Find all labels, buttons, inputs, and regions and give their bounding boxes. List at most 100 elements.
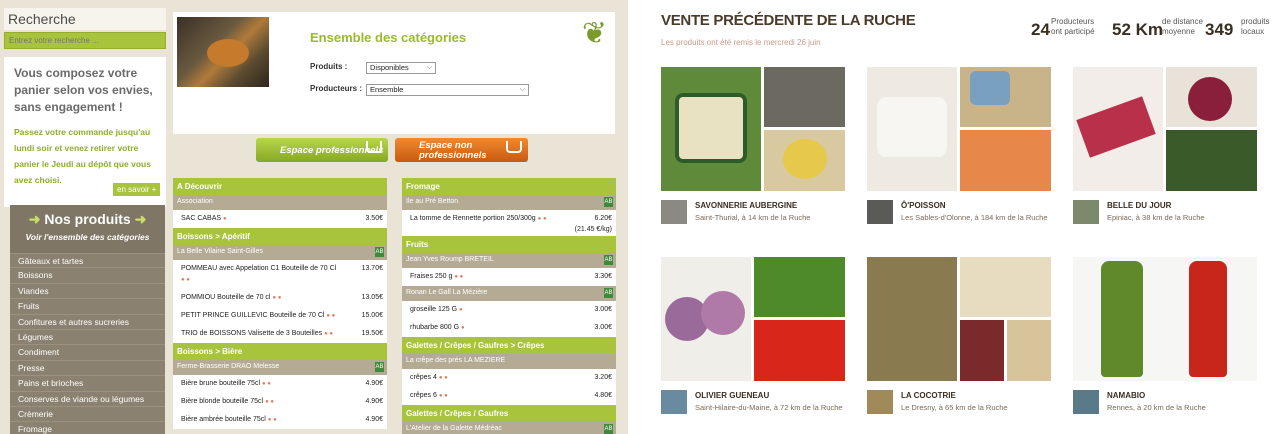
menu-item[interactable]: Crèmerie	[10, 407, 165, 423]
shop-page: Recherche Vous composez votre panier sel…	[0, 0, 628, 434]
producer-location: Les Sables-d'Olonne, à 184 km de la Ruch…	[901, 213, 1048, 222]
producer-card[interactable]: OLIVIER GUENEAU Saint-Hilaire-du-Maine, …	[661, 257, 845, 422]
organic-badge-icon: AB	[604, 255, 613, 265]
promo-text: Passez votre commande jusqu'au lundi soi…	[14, 127, 151, 185]
producer-location: Le Dresny, à 65 km de la Ruche	[901, 403, 1008, 412]
sale-date: Les produits ont été remis le mercredi 2…	[661, 38, 821, 47]
table-row[interactable]: SAC CABAS ● 3.50€	[173, 210, 387, 228]
category-header: Galettes / Crêpes / Gaufres	[402, 405, 616, 422]
organic-badge-icon: AB	[604, 197, 613, 207]
products-menu-list: Gâteaux et tartes Boissons Viandes Fruit…	[10, 253, 165, 434]
producer-location: Saint-Thurial, à 14 km de la Ruche	[695, 213, 811, 222]
producer-header: L'Atelier de la Galette Médréac AB	[402, 422, 616, 434]
beetroot-photo	[1073, 67, 1257, 191]
products-menu-title: Nos produits	[44, 211, 131, 227]
produits-select[interactable]: Disponibles ⌵	[366, 62, 436, 74]
page-title: VENTE PRÉCÉDENTE DE LA RUCHE	[661, 12, 916, 29]
basket-icon	[506, 141, 522, 153]
table-row[interactable]: crêpes 4 ● ● 3.20€	[402, 369, 616, 387]
info-dot-icon: ● ●	[261, 381, 271, 387]
producer-card[interactable]: BELLE DU JOUR Epiniac, à 38 km de la Ruc…	[1073, 67, 1257, 232]
producteurs-label: Producteurs :	[310, 84, 363, 93]
producer-header: Ile au Pré Betton AB	[402, 195, 616, 210]
producer-name[interactable]: SAVONNERIE AUBERGINE	[695, 201, 797, 210]
organic-badge-icon: AB	[375, 247, 384, 257]
table-row[interactable]: La tomme de Rennette portion 250/300g ● …	[402, 210, 616, 236]
category-header: A Découvrir	[173, 178, 387, 195]
table-row[interactable]: Bière blonde bouteille 75cl ● ● 4.90€	[173, 393, 387, 411]
producer-avatar	[1073, 390, 1099, 414]
producer-header: Ferme-Brasserie DRAO Melesse AB	[173, 360, 387, 375]
more-info-button[interactable]: en savoir +	[113, 183, 161, 196]
info-dot-icon: ● ●	[326, 313, 336, 319]
menu-item[interactable]: Conserves de viande ou légumes	[10, 392, 165, 407]
producer-name[interactable]: NAMABIO	[1107, 391, 1145, 400]
producer-name[interactable]: Ô'POISSON	[901, 201, 946, 210]
table-row[interactable]: POMMIOU Bouteille de 70 cl ● ● 13.05€	[173, 289, 387, 307]
table-row[interactable]: PETIT PRINCE GUILLEVIC Bouteille de 70 C…	[173, 307, 387, 325]
stat-products-value: 349	[1205, 20, 1234, 39]
menu-item[interactable]: Boissons	[10, 268, 165, 284]
table-row[interactable]: groseille 125 G ● 3.00€	[402, 301, 616, 319]
producer-card[interactable]: LA COCOTRIE Le Dresny, à 65 km de la Ruc…	[867, 257, 1051, 422]
table-row[interactable]: Bière brune bouteille 75cl ● ● 4.90€	[173, 375, 387, 393]
table-row[interactable]: POMMEAU avec Appelation C1 Bouteille de …	[173, 260, 387, 289]
stat-distance-label: de distance moyenne	[1162, 17, 1203, 36]
category-header: Galettes / Crêpes / Gaufres > Crêpes	[402, 337, 616, 354]
producer-header: La crêpe des prés LA MEZIERE	[402, 354, 616, 369]
menu-item[interactable]: Légumes	[10, 330, 165, 346]
stat-producers-label: Producteurs ont participé	[1051, 17, 1095, 36]
all-categories-link[interactable]: Voir l'ensemble des catégories	[10, 232, 165, 242]
product-table-right: Fromage Ile au Pré Betton AB La tomme de …	[402, 178, 616, 434]
organic-badge-icon: AB	[604, 288, 613, 298]
table-row[interactable]: crêpes 6 ● ● 4.80€	[402, 387, 616, 405]
info-dot-icon: ● ●	[181, 277, 190, 283]
producer-name[interactable]: BELLE DU JOUR	[1107, 201, 1171, 210]
table-row[interactable]: Fraises 250 g ● ● 3.30€	[402, 268, 616, 286]
category-header: Fromage	[402, 178, 616, 195]
menu-item[interactable]: Fromage	[10, 422, 165, 434]
search-title: Recherche	[4, 8, 166, 30]
search-input[interactable]	[4, 32, 166, 49]
produits-label: Produits :	[310, 62, 348, 71]
producer-location: Epiniac, à 38 km de la Ruche	[1107, 213, 1205, 222]
turnip-tomato-photo	[661, 257, 845, 381]
table-row[interactable]: TRIO de BOISSONS Valisette de 3 Bouteill…	[173, 325, 387, 343]
producer-card[interactable]: Ô'POISSON Les Sables-d'Olonne, à 184 km …	[867, 67, 1051, 232]
producer-avatar	[867, 390, 893, 414]
non-pro-space-button[interactable]: Espace non professionnels	[395, 138, 528, 162]
chevron-down-icon: ⌵	[426, 64, 432, 71]
sidebar: Recherche Vous composez votre panier sel…	[4, 8, 166, 207]
menu-item[interactable]: Gâteaux et tartes	[10, 253, 165, 269]
stat-producers-value: 24	[1031, 20, 1050, 39]
producer-avatar	[661, 390, 687, 414]
menu-item[interactable]: Presse	[10, 361, 165, 377]
producer-header: Ronan Le Gall La Mézière AB	[402, 286, 616, 301]
category-header: Boissons > Apéritif	[173, 228, 387, 245]
producer-name[interactable]: LA COCOTRIE	[901, 391, 956, 400]
products-menu-header: ➜ Nos produits ➜ Voir l'ensemble des cat…	[10, 205, 165, 253]
info-dot-icon: ●	[223, 216, 227, 222]
producer-header: Association	[173, 195, 387, 210]
info-dot-icon: ●	[459, 307, 463, 313]
menu-item[interactable]: Fruits	[10, 299, 165, 315]
producteurs-select[interactable]: Ensemble ⌵	[366, 84, 529, 96]
category-title: Ensemble des catégories	[310, 30, 467, 45]
producer-card[interactable]: NAMABIO Rennes, à 20 km de la Ruche	[1073, 257, 1257, 422]
organic-badge-icon: AB	[604, 424, 613, 434]
pro-space-button[interactable]: Espace professionnels	[256, 138, 388, 162]
menu-item[interactable]: Pains et brioches	[10, 376, 165, 392]
table-row[interactable]: rhubarbe 800 G ● 3.00€	[402, 319, 616, 337]
info-dot-icon: ●	[461, 325, 465, 331]
bread-photo	[177, 17, 269, 87]
menu-item[interactable]: Confitures et autres sucreries	[10, 315, 165, 330]
producer-name[interactable]: OLIVIER GUENEAU	[695, 391, 769, 400]
table-row[interactable]: Bière ambrée bouteille 75cl ● ● 4.90€	[173, 411, 387, 429]
producer-card[interactable]: SAVONNERIE AUBERGINE Saint-Thurial, à 14…	[661, 67, 845, 232]
previous-sale-page: VENTE PRÉCÉDENTE DE LA RUCHE Les produit…	[640, 0, 1277, 434]
producer-location: Rennes, à 20 km de la Ruche	[1107, 403, 1206, 412]
menu-item[interactable]: Viandes	[10, 284, 165, 300]
producer-location: Saint-Hilaire-du-Maine, à 72 km de la Ru…	[695, 403, 843, 412]
info-dot-icon: ● ●	[537, 216, 547, 222]
menu-item[interactable]: Condiment	[10, 345, 165, 361]
